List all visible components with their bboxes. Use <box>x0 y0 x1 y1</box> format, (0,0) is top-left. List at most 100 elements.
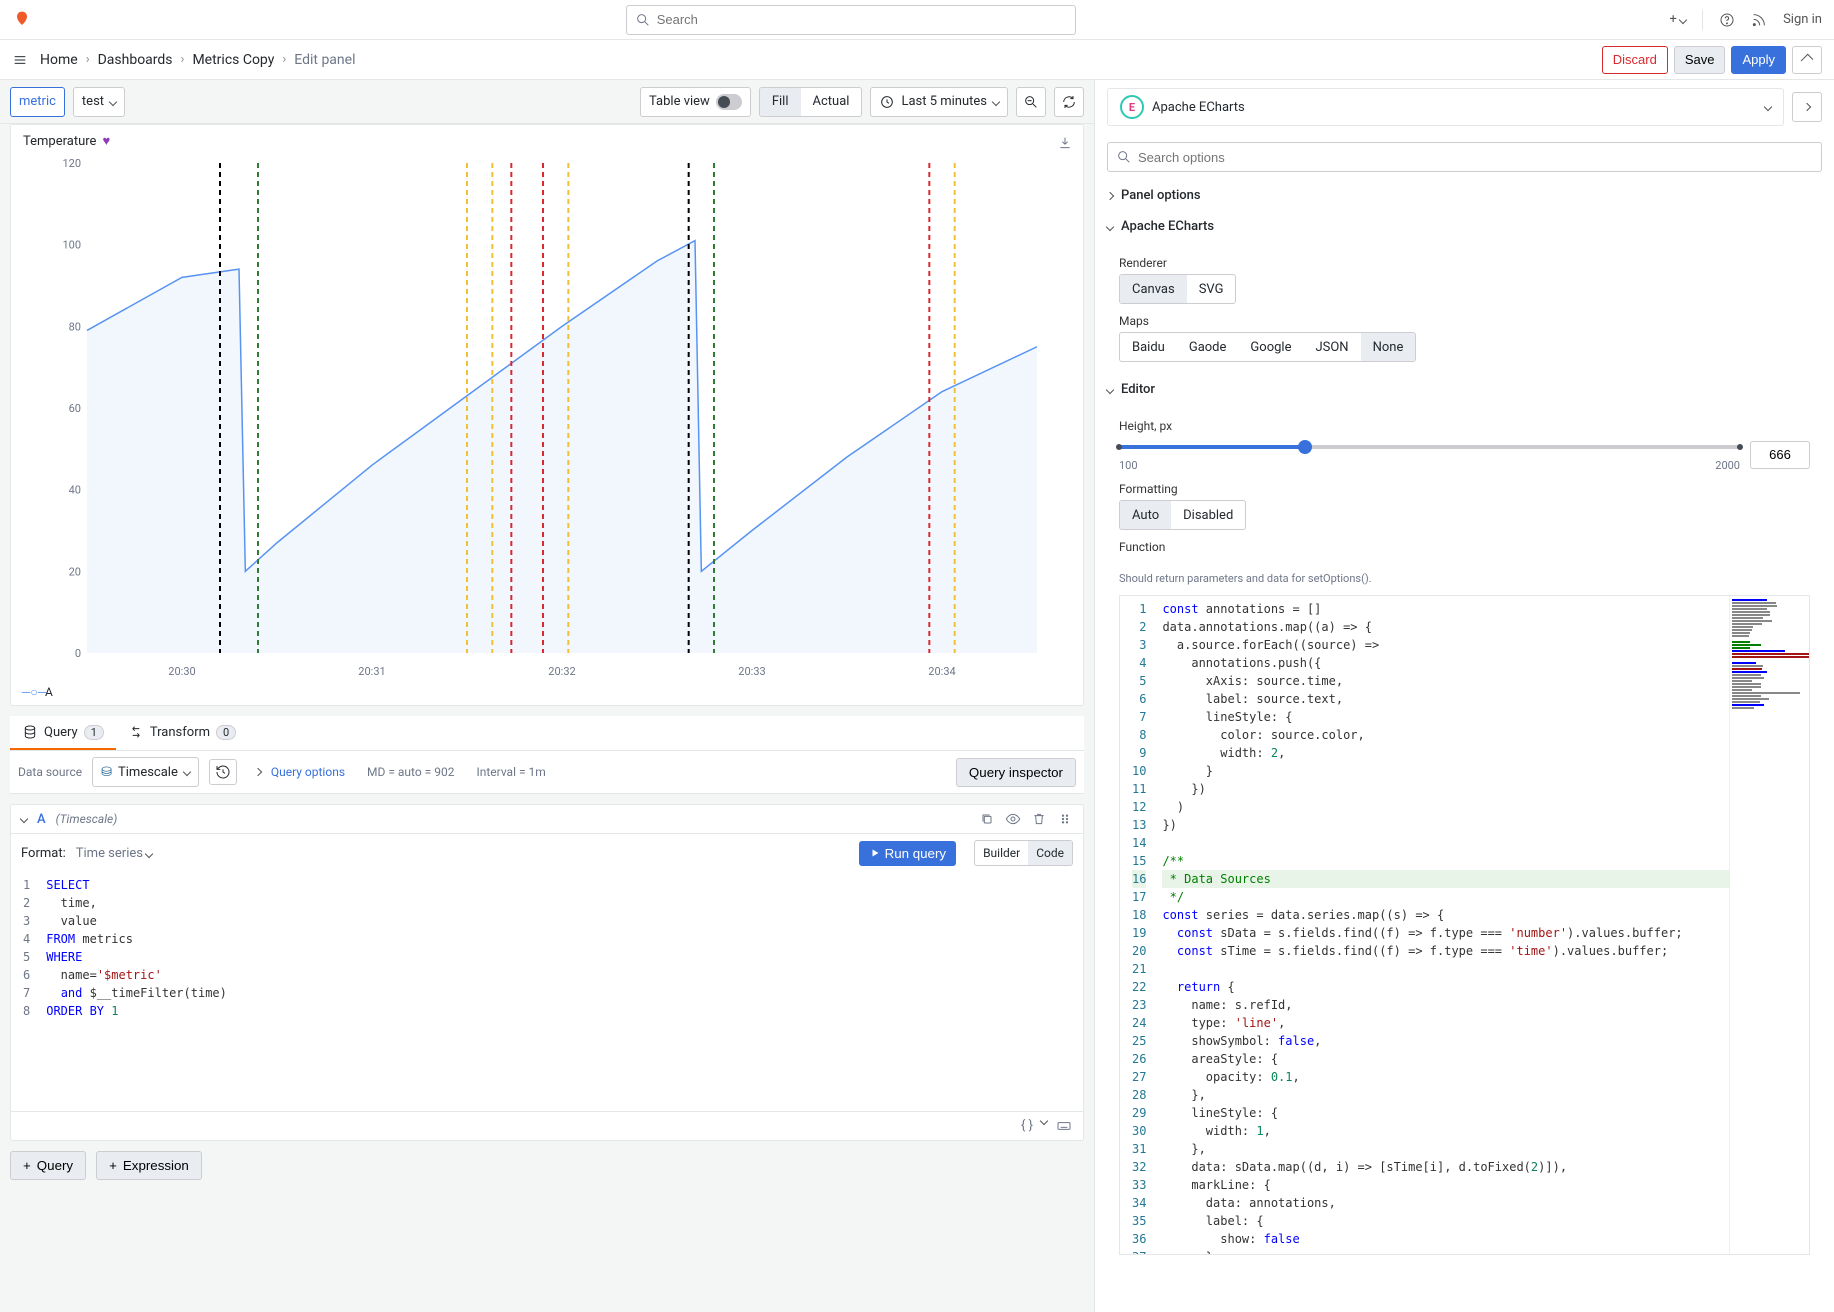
visualization-picker[interactable]: E Apache ECharts <box>1107 88 1784 126</box>
keyboard-icon[interactable] <box>1055 1118 1073 1134</box>
tab-query[interactable]: Query1 <box>10 716 116 750</box>
options-column: E Apache ECharts Panel options Apache EC… <box>1094 80 1834 1312</box>
global-toolbar: + Sign in <box>0 0 1834 40</box>
database-icon <box>22 724 38 740</box>
query-row: A (Timescale) Format: Time series Run qu… <box>10 804 1084 1141</box>
legend-marker-icon: ─○─ <box>27 690 41 694</box>
tab-transform[interactable]: Transform0 <box>116 716 248 750</box>
variable-metric[interactable]: metric <box>10 87 65 117</box>
sql-editor[interactable]: 12345678 SELECT time, value FROM metrics… <box>10 872 1084 1112</box>
help-icon[interactable] <box>1719 12 1735 28</box>
crumb-dashboards[interactable]: Dashboards <box>98 52 173 68</box>
toggle-icon <box>716 94 742 110</box>
svg-text:120: 120 <box>62 157 81 170</box>
md-info: MD = auto = 902 <box>367 765 454 779</box>
crumb-home[interactable]: Home <box>40 52 78 68</box>
options-search[interactable] <box>1107 142 1822 172</box>
heart-icon: ♥ <box>102 133 110 149</box>
svg-text:20:31: 20:31 <box>358 665 385 678</box>
format-dropdown[interactable]: Time series <box>76 846 152 861</box>
time-range-picker[interactable]: Last 5 minutes <box>870 87 1008 117</box>
builder-code-segment[interactable]: Builder Code <box>974 840 1073 866</box>
apply-button[interactable]: Apply <box>1731 46 1786 74</box>
formatting-disabled[interactable]: Disabled <box>1171 501 1245 529</box>
menu-toggle-icon[interactable] <box>12 52 28 68</box>
formatting-segment[interactable]: Auto Disabled <box>1119 500 1246 530</box>
svg-text:20:32: 20:32 <box>548 665 575 678</box>
breadcrumb-bar: Home › Dashboards › Metrics Copy › Edit … <box>0 40 1834 80</box>
section-apache-echarts[interactable]: Apache ECharts <box>1095 211 1834 242</box>
chevron-down-icon[interactable] <box>1040 1117 1048 1125</box>
query-refid[interactable]: A <box>37 812 46 827</box>
formatting-auto[interactable]: Auto <box>1120 501 1171 529</box>
braces-icon[interactable]: { } <box>1021 1118 1033 1134</box>
section-editor[interactable]: Editor <box>1095 374 1834 405</box>
height-label: Height, px <box>1119 419 1810 433</box>
chart-plot[interactable]: 02040608010012020:3020:3120:3220:3320:34 <box>23 153 1071 683</box>
run-query-button[interactable]: Run query <box>859 841 957 866</box>
global-search[interactable] <box>626 5 1076 35</box>
code-option[interactable]: Code <box>1028 841 1072 865</box>
datasource-picker[interactable]: ⛁Timescale <box>92 757 199 787</box>
fill-option[interactable]: Fill <box>760 88 801 116</box>
toggle-options-button[interactable] <box>1792 92 1822 122</box>
function-editor[interactable]: 1234567891011121314151617181920212223242… <box>1119 595 1810 1255</box>
fill-actual-segment[interactable]: Fill Actual <box>759 87 863 117</box>
svg-text:60: 60 <box>69 402 81 415</box>
legend-label: A <box>45 685 53 699</box>
play-icon <box>869 847 881 859</box>
save-button[interactable]: Save <box>1674 46 1726 74</box>
add-menu[interactable]: + <box>1669 12 1686 27</box>
trash-icon[interactable] <box>1031 811 1047 827</box>
renderer-canvas[interactable]: Canvas <box>1120 275 1187 303</box>
add-expression-button[interactable]: + Expression <box>96 1151 202 1180</box>
editor-footer: { } <box>10 1112 1084 1141</box>
actual-option[interactable]: Actual <box>801 88 862 116</box>
search-input[interactable] <box>657 12 1067 27</box>
map-option-none[interactable]: None <box>1361 333 1416 361</box>
duplicate-icon[interactable] <box>979 811 995 827</box>
format-label: Format: <box>21 846 66 861</box>
builder-option[interactable]: Builder <box>975 841 1028 865</box>
chart-legend[interactable]: ─○─ A <box>23 683 1071 701</box>
renderer-svg[interactable]: SVG <box>1187 275 1236 303</box>
chevron-right-icon <box>254 768 262 776</box>
variable-value-dropdown[interactable]: test <box>73 87 125 117</box>
map-option-google[interactable]: Google <box>1238 333 1303 361</box>
panel-preview-column: metric test Table view Fill Actual Last … <box>0 80 1094 1312</box>
maps-label: Maps <box>1119 314 1810 328</box>
zoom-out-button[interactable] <box>1016 87 1046 117</box>
eye-icon[interactable] <box>1005 811 1021 827</box>
collapse-options-button[interactable] <box>1792 46 1822 74</box>
add-query-button[interactable]: + Query <box>10 1151 86 1180</box>
drag-icon[interactable] <box>1057 811 1073 827</box>
query-ds-name: (Timescale) <box>56 812 118 826</box>
svg-text:80: 80 <box>69 320 81 333</box>
news-icon[interactable] <box>1751 12 1767 28</box>
ds-settings-button[interactable] <box>209 759 237 785</box>
section-panel-options[interactable]: Panel options <box>1095 180 1834 211</box>
renderer-segment[interactable]: Canvas SVG <box>1119 274 1236 304</box>
refresh-button[interactable] <box>1054 87 1084 117</box>
crumb-dashboard-name[interactable]: Metrics Copy <box>192 52 274 68</box>
transform-icon <box>128 724 144 740</box>
bottom-tabs: Query1 Transform0 <box>10 716 1084 751</box>
height-input[interactable] <box>1750 441 1810 469</box>
map-option-gaode[interactable]: Gaode <box>1177 333 1239 361</box>
map-option-baidu[interactable]: Baidu <box>1120 333 1177 361</box>
refresh-icon <box>1061 94 1077 110</box>
signin-link[interactable]: Sign in <box>1783 12 1822 27</box>
options-search-input[interactable] <box>1138 150 1813 165</box>
download-icon[interactable] <box>1057 135 1073 151</box>
query-options-link[interactable]: Query options <box>271 765 345 779</box>
grafana-logo <box>12 10 32 30</box>
maps-segment[interactable]: BaiduGaodeGoogleJSONNone <box>1119 332 1416 362</box>
table-view-toggle[interactable]: Table view <box>640 87 751 117</box>
discard-button[interactable]: Discard <box>1602 46 1668 74</box>
map-option-json[interactable]: JSON <box>1303 333 1360 361</box>
collapse-query-icon[interactable] <box>20 815 28 823</box>
height-slider[interactable] <box>1119 437 1740 457</box>
renderer-label: Renderer <box>1119 256 1810 270</box>
query-inspector-button[interactable]: Query inspector <box>956 758 1076 787</box>
editor-minimap[interactable] <box>1729 596 1809 1254</box>
